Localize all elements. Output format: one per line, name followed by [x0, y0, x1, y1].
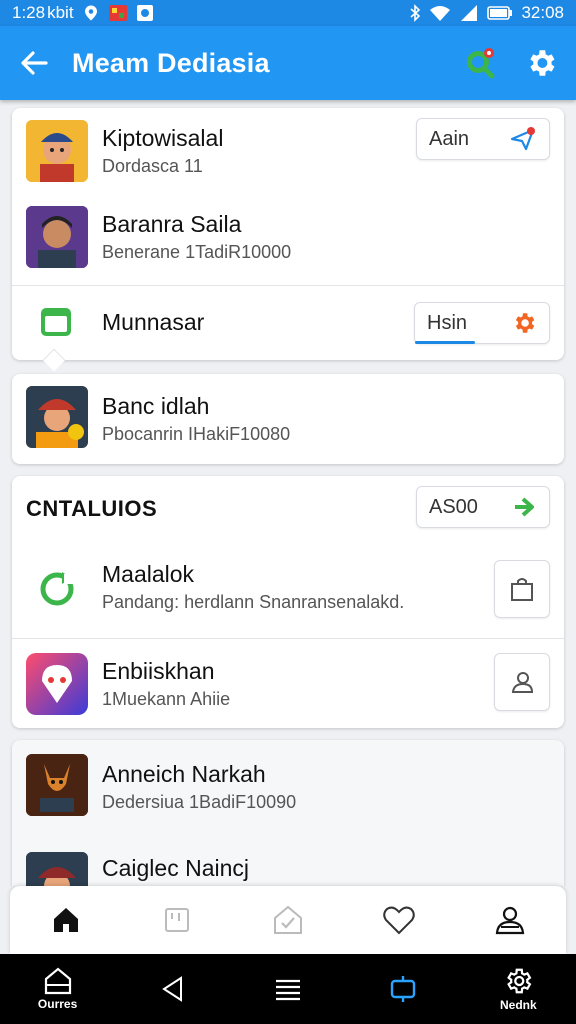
- as00-button[interactable]: AS00: [416, 486, 550, 528]
- battery-icon: [487, 5, 513, 21]
- profile-icon: [493, 903, 527, 937]
- progress-underline: [415, 341, 475, 344]
- item-subtitle: Pandang: herdlann Snanransenalakd.: [102, 592, 405, 612]
- list-item[interactable]: Caiglec Naincj: [12, 848, 564, 886]
- system-home-label: Ourres: [37, 997, 78, 1011]
- refresh-icon: [36, 568, 78, 610]
- aain-button[interactable]: Aain: [416, 118, 550, 160]
- app-notification-icon: [108, 4, 128, 22]
- item-title: Caiglec Naincj: [102, 855, 250, 881]
- system-home[interactable]: Ourres: [23, 967, 93, 1011]
- calendar-icon: [38, 304, 74, 340]
- list-card: Kiptowisalal Dordasca 11 Aain Baranra Sa…: [12, 108, 564, 372]
- wifi-icon: [429, 4, 451, 22]
- item-subtitle: Pbocanrin IHakiF10080: [102, 424, 291, 444]
- system-recents[interactable]: [368, 974, 438, 1004]
- system-settings-label: Nednk: [500, 998, 537, 1012]
- list-card: Anneich Narkah Dedersiua 1BadiF10090 Cai…: [12, 740, 564, 886]
- item-title: Enbiiskhan: [102, 658, 215, 684]
- list-item[interactable]: Anneich Narkah Dedersiua 1BadiF10090: [12, 740, 564, 834]
- page-title: Meam Dediasia: [72, 47, 270, 78]
- item-subtitle: Benerane 1TadiR10000: [102, 242, 292, 262]
- item-title: Munnasar: [102, 309, 205, 335]
- system-menu[interactable]: [253, 975, 323, 1003]
- list-item[interactable]: Munnasar Hsin: [12, 286, 564, 360]
- item-title: Anneich Narkah: [102, 761, 266, 787]
- gear-icon[interactable]: [524, 46, 558, 80]
- nav-profile[interactable]: [480, 890, 540, 950]
- location-badge-icon[interactable]: [462, 45, 498, 81]
- avatar: [26, 754, 88, 816]
- status-bar: 1:28 kbit 32:08: [0, 0, 576, 26]
- avatar: [26, 206, 88, 268]
- bluetooth-icon: [409, 4, 421, 22]
- contact-icon: [508, 668, 536, 696]
- bottom-nav: [10, 886, 566, 954]
- item-subtitle: Dedersiua 1BadiF10090: [102, 792, 297, 812]
- device-icon: [388, 974, 418, 1004]
- button-label: Aain: [429, 127, 470, 150]
- heart-icon: [382, 904, 416, 936]
- button-label: Hsin: [427, 311, 468, 334]
- content-list: Kiptowisalal Dordasca 11 Aain Baranra Sa…: [0, 100, 576, 886]
- list-card: Banc idlah Pbocanrin IHakiF10080: [12, 374, 564, 464]
- status-time: 1:28: [12, 3, 46, 22]
- contact-button[interactable]: [494, 653, 550, 711]
- system-settings[interactable]: Nednk: [483, 966, 553, 1012]
- list-item[interactable]: Maalalok Pandang: herdlann Snanransenala…: [12, 546, 564, 638]
- item-title: Banc idlah: [102, 393, 210, 419]
- status-carrier: kbit: [47, 3, 74, 22]
- location-status-icon: [82, 4, 100, 22]
- nav-home[interactable]: [36, 890, 96, 950]
- system-nav: Ourres Nednk: [0, 954, 576, 1024]
- arrow-left-icon[interactable]: [18, 47, 50, 79]
- home-icon: [50, 904, 82, 936]
- gear-icon: [503, 966, 533, 996]
- app-bar: Meam Dediasia: [0, 26, 576, 100]
- item-title: Maalalok: [102, 561, 195, 587]
- back-triangle-icon: [159, 974, 187, 1004]
- list-item[interactable]: Banc idlah Pbocanrin IHakiF10080: [12, 374, 564, 464]
- hsin-button[interactable]: Hsin: [414, 302, 550, 344]
- arrow-right-icon: [511, 494, 537, 520]
- nav-check[interactable]: [258, 890, 318, 950]
- gear-icon: [511, 310, 537, 336]
- item-title: Kiptowisalal: [102, 125, 224, 151]
- image-notification-icon: [136, 4, 154, 22]
- menu-icon: [274, 975, 302, 1003]
- list-item[interactable]: Kiptowisalal Dordasca 11 Aain: [12, 108, 564, 196]
- item-subtitle: Dordasca 11: [102, 156, 203, 176]
- button-label: AS00: [429, 495, 478, 518]
- list-card: CNTALUIOS AS00 Maalalok Pandang: herdlan…: [12, 476, 564, 728]
- check-icon: [271, 903, 305, 937]
- system-back[interactable]: [138, 974, 208, 1004]
- send-icon: [509, 126, 537, 152]
- list-item[interactable]: Baranra Saila Benerane 1TadiR10000: [12, 196, 564, 284]
- tablet-icon: [161, 904, 193, 936]
- avatar: [26, 852, 88, 886]
- shopping-bag-icon: [509, 576, 535, 602]
- signal-icon: [459, 4, 479, 22]
- nav-heart[interactable]: [369, 890, 429, 950]
- item-subtitle: 1Muekann Ahiie: [102, 689, 231, 709]
- section-title: CNTALUIOS: [26, 496, 158, 521]
- list-item[interactable]: Enbiiskhan 1Muekann Ahiie: [12, 639, 564, 728]
- item-title: Baranra Saila: [102, 211, 242, 237]
- status-clock: 32:08: [521, 3, 564, 22]
- avatar: [26, 653, 88, 715]
- avatar: [26, 120, 88, 182]
- house-icon: [43, 967, 73, 995]
- nav-tablet[interactable]: [147, 890, 207, 950]
- avatar: [26, 386, 88, 448]
- shopping-bag-button[interactable]: [494, 560, 550, 618]
